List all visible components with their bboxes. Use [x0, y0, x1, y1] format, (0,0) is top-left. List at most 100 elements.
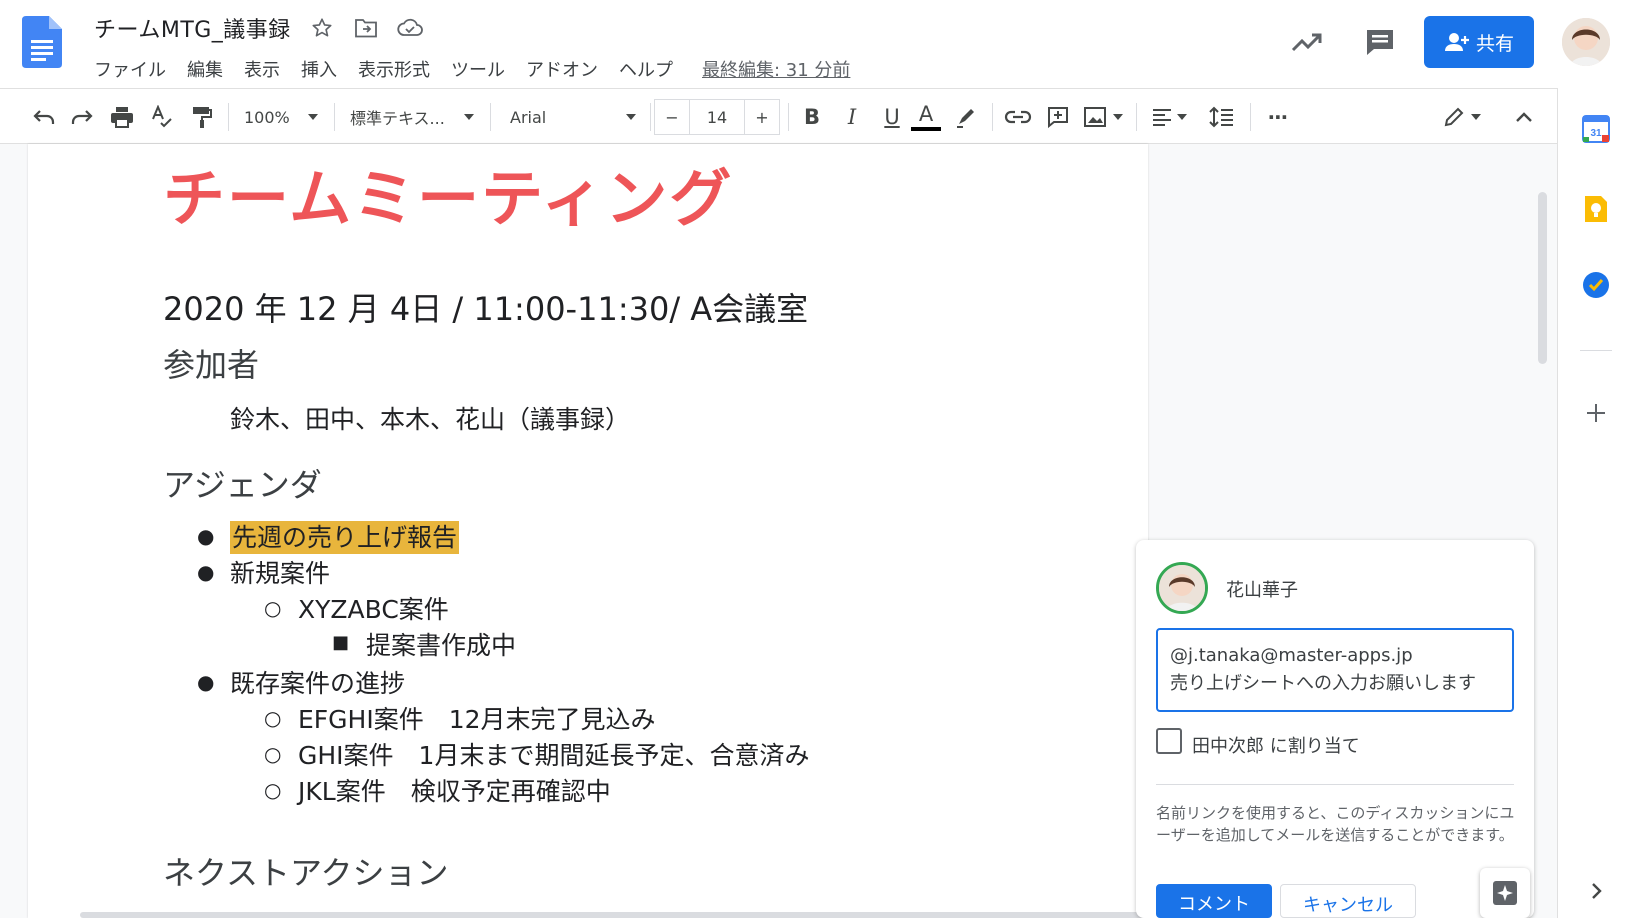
comment-cancel-button[interactable]: キャンセル	[1280, 884, 1416, 918]
comment-mention: @j.tanaka@master-apps.jp	[1170, 645, 1413, 666]
text-color-button[interactable]: A	[908, 89, 944, 145]
align-select-icon[interactable]	[1146, 89, 1192, 145]
paragraph-style-select[interactable]: 標準テキス...	[344, 89, 480, 145]
assign-checkbox[interactable]	[1156, 728, 1182, 754]
agenda-item[interactable]: 先週の売り上げ報告	[230, 518, 460, 554]
star-icon[interactable]	[309, 15, 335, 41]
agenda-item[interactable]: 既存案件の進捗	[230, 664, 405, 700]
insert-image-icon[interactable]	[1080, 89, 1126, 145]
calendar-icon[interactable]: 31	[1581, 114, 1611, 144]
comment-submit-button[interactable]: コメント	[1156, 884, 1272, 918]
menu-format[interactable]: 表示形式	[358, 56, 430, 82]
paragraph-style-value: 標準テキス...	[350, 109, 445, 128]
collapse-toolbar-icon[interactable]	[1508, 89, 1540, 145]
font-size-input[interactable]: 14	[690, 99, 744, 135]
chevron-down-icon	[1471, 114, 1481, 120]
comment-history-icon[interactable]	[1364, 26, 1396, 58]
italic-button[interactable]: I	[836, 89, 868, 145]
chevron-down-icon	[308, 114, 318, 120]
spellcheck-icon[interactable]	[146, 89, 178, 145]
meeting-date-line[interactable]: 2020 年 12 月 4日 / 11:00-11:30/ A会議室	[163, 284, 808, 330]
decrease-font-size-button[interactable]: −	[654, 99, 690, 135]
person-add-icon	[1444, 33, 1469, 51]
participants-list[interactable]: 鈴木、田中、本木、花山（議事録）	[230, 400, 630, 436]
redo-icon[interactable]	[66, 89, 98, 145]
italic-icon: I	[847, 105, 857, 129]
paint-format-icon[interactable]	[186, 89, 218, 145]
menu-addons[interactable]: アドオン	[526, 56, 598, 82]
chevron-right-icon[interactable]	[1581, 876, 1611, 906]
chevron-down-icon	[464, 114, 474, 120]
minus-icon: −	[665, 107, 679, 127]
bullet-dot: ●	[197, 560, 215, 584]
side-panel-divider	[1580, 350, 1612, 351]
agenda-item[interactable]: 新規案件	[230, 554, 330, 590]
participants-heading[interactable]: 参加者	[163, 340, 259, 386]
agenda-subitem[interactable]: XYZABC案件	[298, 590, 449, 626]
comment-divider	[1156, 784, 1514, 785]
bullet-circle: ○	[264, 778, 282, 802]
comment-body: 売り上げシートへの入力お願いします	[1170, 673, 1476, 694]
next-action-heading[interactable]: ネクストアクション	[163, 848, 448, 894]
bullet-circle: ○	[264, 742, 282, 766]
toolbar-divider	[1136, 103, 1137, 131]
menu-file[interactable]: ファイル	[94, 56, 166, 82]
toolbar-divider	[650, 103, 651, 131]
agenda-subitem[interactable]: GHI案件 1月末まで期間延長予定、合意済み	[298, 736, 809, 772]
zoom-select[interactable]: 100%	[238, 89, 324, 145]
agenda-subsubitem[interactable]: 提案書作成中	[366, 626, 516, 662]
assign-label[interactable]: 田中次郎 に割り当て	[1192, 732, 1360, 758]
share-button[interactable]: 共有	[1424, 16, 1534, 68]
cloud-saved-icon[interactable]	[397, 15, 423, 41]
explore-button[interactable]	[1480, 868, 1530, 918]
keep-icon[interactable]	[1581, 194, 1611, 224]
undo-icon[interactable]	[28, 89, 60, 145]
underline-button[interactable]: U	[876, 89, 908, 145]
agenda-heading[interactable]: アジェンダ	[163, 460, 322, 506]
line-spacing-icon[interactable]	[1204, 89, 1240, 145]
add-comment-icon[interactable]	[1040, 89, 1076, 145]
agenda-subitem[interactable]: JKL案件 検収予定再確認中	[298, 772, 611, 808]
menu-view[interactable]: 表示	[244, 56, 280, 82]
toolbar-divider	[788, 103, 789, 131]
comment-input[interactable]: @j.tanaka@master-apps.jp 売り上げシートへの入力お願いし…	[1156, 628, 1514, 712]
document-title[interactable]: チームMTG_議事録	[94, 12, 291, 44]
bullet-dot: ●	[197, 524, 215, 548]
toolbar-divider	[1250, 103, 1251, 131]
comment-card: 花山華子 @j.tanaka@master-apps.jp 売り上げシートへの入…	[1136, 540, 1534, 918]
menu-tools[interactable]: ツール	[451, 56, 505, 82]
bold-icon: B	[803, 105, 820, 129]
font-family-select[interactable]: Arial	[504, 89, 642, 145]
menu-insert[interactable]: 挿入	[301, 56, 337, 82]
document-heading[interactable]: チームミーティング	[163, 148, 733, 238]
toolbar-divider	[334, 103, 335, 131]
underline-icon: U	[884, 105, 900, 129]
docs-logo-icon[interactable]	[22, 16, 62, 68]
insert-link-icon[interactable]	[1000, 89, 1036, 145]
move-folder-icon[interactable]	[353, 15, 379, 41]
bullet-dot: ●	[197, 670, 215, 694]
highlighted-text[interactable]: 先週の売り上げ報告	[230, 521, 460, 554]
commenter-avatar	[1156, 562, 1208, 614]
editing-mode-icon[interactable]	[1438, 89, 1486, 145]
last-edit-link[interactable]: 最終編集: 31 分前	[702, 56, 850, 82]
increase-font-size-button[interactable]: +	[744, 99, 780, 135]
text-color-swatch	[911, 127, 941, 131]
menu-edit[interactable]: 編集	[187, 56, 223, 82]
highlight-color-icon[interactable]	[950, 89, 982, 145]
vertical-scrollbar[interactable]	[1538, 192, 1547, 364]
calendar-day: 31	[1590, 128, 1602, 139]
more-options-glyph: ⋯	[1268, 105, 1288, 129]
add-addon-icon[interactable]	[1581, 398, 1611, 428]
more-options-icon[interactable]: ⋯	[1260, 89, 1296, 145]
tasks-icon[interactable]	[1581, 270, 1611, 300]
activity-dashboard-icon[interactable]	[1290, 28, 1324, 56]
bullet-circle: ○	[264, 706, 282, 730]
menu-help[interactable]: ヘルプ	[619, 56, 673, 82]
bullet-square: ■	[332, 632, 350, 653]
agenda-subitem[interactable]: EFGHI案件 12月末完了見込み	[298, 700, 656, 736]
print-icon[interactable]	[106, 89, 138, 145]
bold-button[interactable]: B	[796, 89, 828, 145]
share-button-label: 共有	[1475, 32, 1514, 55]
account-avatar[interactable]	[1562, 18, 1610, 66]
